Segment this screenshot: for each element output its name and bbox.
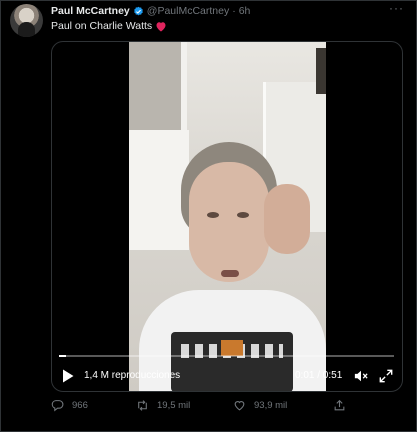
more-options-button[interactable]: ···	[389, 1, 404, 15]
like-count: 93,9 mil	[254, 400, 288, 411]
video-scene-mouth	[221, 270, 239, 277]
play-icon[interactable]	[62, 369, 74, 383]
video-scene-wall	[129, 130, 189, 250]
separator: ·	[232, 5, 236, 17]
verified-badge-icon	[133, 6, 144, 17]
share-icon	[334, 399, 345, 411]
display-name[interactable]: Paul McCartney	[51, 5, 130, 17]
heart-emoji-icon	[155, 21, 167, 32]
like-icon	[234, 401, 245, 411]
tweet-text-row: Paul on Charlie Watts	[51, 20, 167, 32]
video-player[interactable]: 1,4 M reproducciones 0:01 / 0:51	[51, 41, 403, 392]
retweet-button[interactable]: 19,5 mil	[136, 399, 190, 412]
progress-bar[interactable]	[59, 355, 394, 357]
share-button[interactable]	[333, 399, 354, 412]
mute-icon[interactable]	[354, 369, 368, 383]
retweet-icon	[138, 400, 147, 411]
video-frame[interactable]	[129, 42, 326, 391]
video-scene-lamp	[316, 48, 326, 94]
timecode: 0:01 / 0:51	[295, 370, 343, 381]
tweet-text: Paul on Charlie Watts	[51, 20, 153, 32]
reply-icon	[51, 400, 64, 412]
video-scene-eye	[207, 212, 219, 218]
video-scene-window	[129, 42, 187, 130]
like-button[interactable]: 93,9 mil	[233, 399, 287, 412]
avatar[interactable]	[10, 4, 43, 37]
handle[interactable]: @PaulMcCartney	[147, 5, 229, 17]
view-count: 1,4 M reproducciones	[84, 370, 181, 381]
video-scene-eye	[237, 212, 249, 218]
reply-count: 966	[72, 400, 88, 411]
video-scene-hand	[264, 184, 310, 254]
progress-fill	[59, 355, 66, 357]
retweet-count: 19,5 mil	[157, 400, 191, 411]
fullscreen-icon[interactable]	[379, 369, 393, 383]
tweet-actions: 966 19,5 mil 93,9 mil	[1, 399, 417, 415]
reply-button[interactable]: 966	[51, 399, 88, 412]
tweet-header: Paul McCartney @PaulMcCartney · 6h	[51, 5, 250, 17]
timestamp[interactable]: 6h	[239, 5, 251, 17]
video-scene-shirt-print	[171, 332, 293, 391]
tweet-card: Paul McCartney @PaulMcCartney · 6h ··· P…	[0, 0, 417, 432]
video-scene-face	[189, 162, 269, 282]
